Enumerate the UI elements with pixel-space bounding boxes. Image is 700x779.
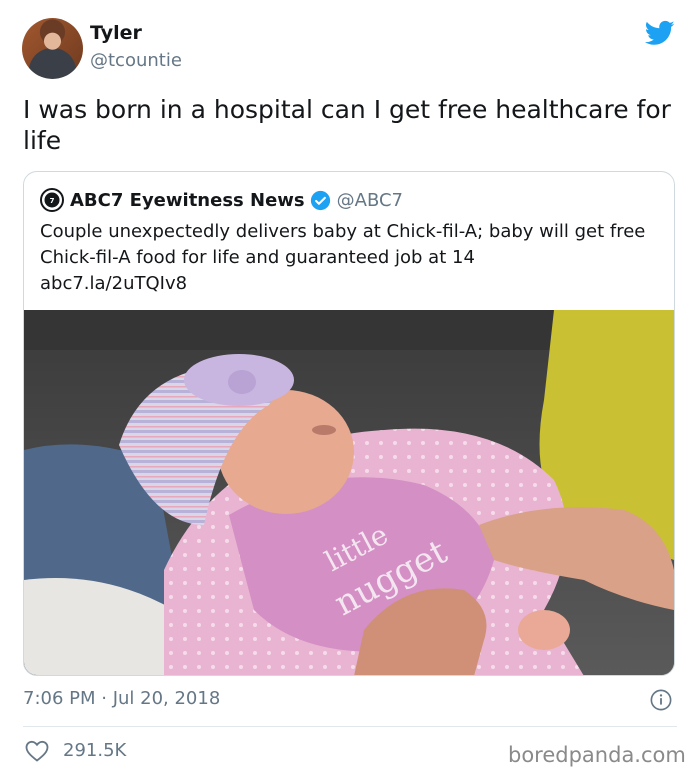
info-icon[interactable] [650, 689, 672, 711]
baby-photo-illustration: little nugget [24, 310, 674, 675]
watermark: boredpanda.com [508, 743, 686, 767]
twitter-bird-icon [644, 20, 675, 45]
quoted-tweet-body: Couple unexpectedly delivers baby at Chi… [40, 221, 646, 268]
abc7-logo-icon: 7 [40, 188, 64, 212]
divider [23, 726, 677, 727]
quoted-tweet-text: Couple unexpectedly delivers baby at Chi… [40, 219, 660, 297]
quoted-author-name[interactable]: ABC7 Eyewitness News [70, 190, 305, 211]
like-count[interactable]: 291.5K [63, 740, 126, 761]
tweet-text: I was born in a hospital can I get free … [23, 95, 671, 155]
author-name[interactable]: Tyler [90, 22, 142, 44]
quoted-tweet-link[interactable]: abc7.la/2uTQIv8 [40, 273, 187, 294]
tweet-photo[interactable]: little nugget [24, 310, 674, 675]
verified-badge-icon [310, 190, 330, 210]
svg-text:7: 7 [50, 197, 55, 205]
author-handle[interactable]: @tcountie [90, 50, 182, 71]
heart-icon[interactable] [25, 740, 49, 762]
quoted-tweet-card[interactable]: 7 ABC7 Eyewitness News @ABC7 Couple unex… [23, 171, 675, 676]
quoted-tweet-header: 7 ABC7 Eyewitness News @ABC7 [40, 188, 403, 212]
avatar[interactable] [22, 18, 83, 79]
quoted-author-handle[interactable]: @ABC7 [337, 190, 403, 211]
tweet-timestamp[interactable]: 7:06 PM · Jul 20, 2018 [23, 688, 220, 709]
